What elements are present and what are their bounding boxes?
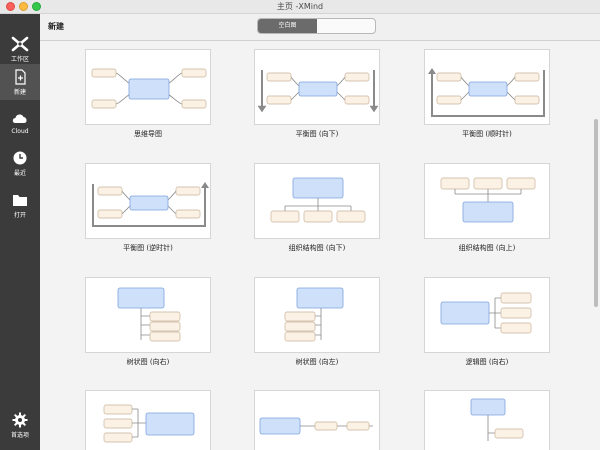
title-bar: 主页 -XMind (0, 0, 600, 14)
template-card-balanced-clockwise[interactable] (424, 49, 550, 125)
sidebar-item-label: 最近 (13, 170, 26, 177)
sidebar-item-label: Cloud (11, 128, 29, 135)
cloud-icon (12, 114, 27, 123)
logic-right-preview (440, 292, 532, 334)
tab-blank-map[interactable]: 空白图 (258, 19, 317, 33)
sidebar-item-label: 新建 (13, 89, 26, 96)
template-card-logic-right[interactable] (424, 277, 550, 353)
new-file-icon (15, 69, 26, 85)
template-card-tree-right[interactable] (85, 277, 211, 353)
header-bar: 新建 空白图 模版 (40, 14, 600, 41)
timeline-preview (259, 417, 373, 435)
template-card-mind-map[interactable] (85, 49, 211, 125)
sidebar-item-workspace[interactable]: 工作区 (0, 36, 40, 63)
template-gallery: 思维导图 平衡图 (向下) 平衡图 (顺时针) 平衡图 (逆时针) 组织结构图 … (40, 41, 600, 450)
page-title: 新建 (48, 22, 64, 31)
template-label: 逻辑图 (向右) (465, 358, 509, 366)
clock-icon (13, 151, 27, 165)
balanced-counterclockwise-preview (92, 182, 209, 227)
template-card-timeline[interactable] (254, 390, 380, 450)
balanced-clockwise-preview (428, 68, 545, 117)
org-chart-up-preview (440, 177, 536, 223)
xmind-logo-icon (11, 36, 29, 52)
org-chart-down-preview (270, 177, 366, 223)
template-card-logic-left[interactable] (85, 390, 211, 450)
tree-left-preview (284, 287, 344, 342)
template-card-tree-chart[interactable] (424, 390, 550, 450)
template-label: 组织结构图 (向下) (288, 244, 346, 252)
sidebar: 工作区 新建 Cloud 最近 打开 首选项 (0, 14, 40, 450)
sidebar-item-cloud[interactable]: Cloud (0, 110, 40, 135)
template-label: 平衡图 (顺时针) (462, 130, 512, 138)
window-title: 主页 -XMind (276, 2, 324, 11)
sidebar-item-open[interactable]: 打开 (0, 192, 40, 219)
template-card-balanced-down[interactable] (254, 49, 380, 125)
mind-map-preview (91, 68, 207, 109)
template-card-balanced-counterclockwise[interactable] (85, 163, 211, 239)
template-label: 思维导图 (134, 130, 162, 138)
tree-right-preview (117, 287, 181, 342)
sidebar-item-label: 首选项 (10, 432, 29, 439)
template-label: 树状图 (向右) (126, 358, 170, 366)
template-label: 树状图 (向左) (295, 358, 339, 366)
tree-chart-preview (470, 398, 524, 441)
sidebar-item-label: 打开 (13, 212, 26, 219)
balanced-down-preview (257, 70, 379, 113)
template-card-tree-left[interactable] (254, 277, 380, 353)
logic-left-preview (103, 404, 195, 443)
sidebar-item-preferences[interactable]: 首选项 (0, 412, 40, 439)
sidebar-item-new[interactable]: 新建 (0, 64, 40, 100)
folder-icon (13, 195, 27, 206)
template-label: 平衡图 (向下) (295, 130, 339, 138)
sidebar-item-label: 工作区 (10, 56, 29, 63)
template-label: 组织结构图 (向上) (458, 244, 516, 252)
tab-templates[interactable]: 模版 (258, 33, 317, 34)
template-card-org-chart-up[interactable] (424, 163, 550, 239)
template-type-switch: 空白图 模版 (257, 18, 376, 34)
scrollbar[interactable] (594, 119, 598, 307)
sidebar-item-recent[interactable]: 最近 (0, 150, 40, 177)
gear-icon (12, 412, 28, 428)
template-card-org-chart-down[interactable] (254, 163, 380, 239)
template-label: 平衡图 (逆时针) (123, 244, 173, 252)
